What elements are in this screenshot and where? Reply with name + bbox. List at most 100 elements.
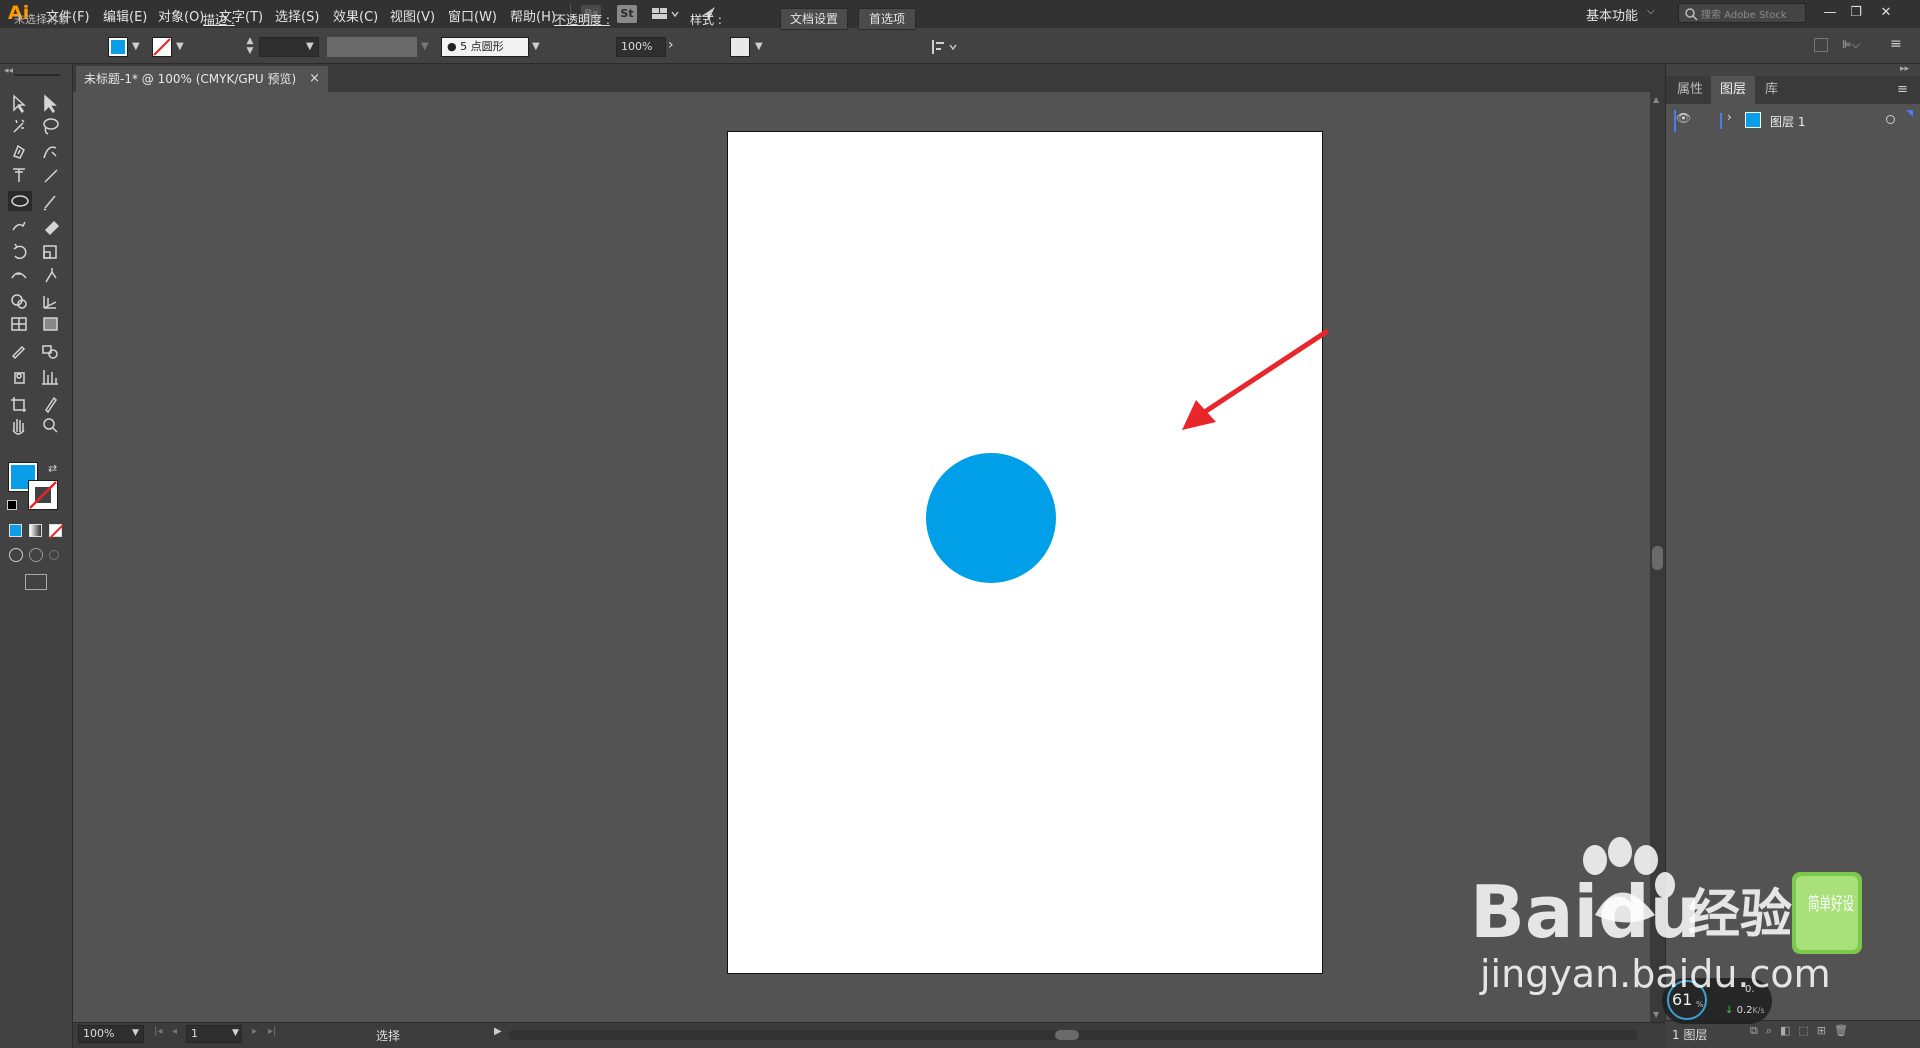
menu-effect[interactable]: 效果(C) [333, 6, 378, 25]
fill-swatch[interactable] [108, 37, 128, 57]
tab-properties[interactable]: 属性 [1668, 76, 1712, 104]
stroke-color-swatch[interactable] [28, 480, 58, 510]
color-mode-button[interactable] [9, 524, 22, 537]
document-tab[interactable]: 未标题-1* @ 100% (CMYK/GPU 预览) × [76, 66, 328, 92]
stroke-weight-stepper[interactable]: ▲ ▼ [243, 36, 257, 58]
layer-name[interactable]: 图层 1 [1770, 113, 1805, 130]
layer-actions[interactable]: ⧉⌕◧⬚⊞🗑 [1750, 1024, 1910, 1040]
none-slash-icon [153, 38, 171, 56]
preferences-button[interactable]: 首选项 [858, 8, 916, 30]
graphic-style-swatch[interactable] [730, 37, 750, 57]
next-artboard-icon[interactable]: ▸ [252, 1026, 257, 1037]
brush-definition-select[interactable]: ● 5 点圆形 [441, 37, 529, 57]
search-icon [1685, 8, 1698, 21]
layer-count: 1 图层 [1672, 1028, 1708, 1042]
close-window-button[interactable]: ✕ [1876, 4, 1896, 22]
status-menu-icon[interactable]: ▶ [494, 1026, 502, 1037]
hamburger-menu-icon[interactable]: ≡ [1890, 36, 1902, 52]
width-tool-icon [11, 272, 27, 279]
eraser-tool-icon [44, 220, 60, 236]
layer-target-icon[interactable] [1886, 115, 1895, 124]
vertical-scrollbar-thumb[interactable] [1652, 546, 1663, 570]
line-tool-icon [44, 169, 58, 183]
stroke-label[interactable]: 描边 : [203, 11, 235, 28]
workspace-switcher[interactable]: 基本功能 [1586, 5, 1638, 24]
gradient-mode-button[interactable] [29, 524, 42, 537]
selection-tool-icon [13, 94, 26, 114]
menu-object[interactable]: 对象(O) [158, 6, 204, 25]
default-colors-icon[interactable] [7, 500, 17, 510]
current-tool-status: 选择 [376, 1029, 401, 1043]
change-screen-mode-icon[interactable] [25, 574, 47, 590]
stroke-swatch[interactable] [152, 37, 172, 57]
menu-edit[interactable]: 编辑(E) [103, 6, 147, 25]
draw-behind-icon[interactable] [29, 548, 43, 562]
none-mode-button[interactable] [49, 524, 64, 539]
menu-select[interactable]: 选择(S) [275, 6, 319, 25]
dot-icon: ● [447, 40, 457, 53]
percent-sign: % [1696, 1000, 1704, 1009]
stock-button[interactable]: St [617, 5, 637, 23]
blue-circle-shape[interactable] [900, 440, 1080, 600]
draw-inside-icon[interactable] [49, 550, 59, 560]
transform-panel-icon[interactable] [1814, 38, 1828, 52]
shaper-tool-icon [12, 221, 26, 231]
horizontal-scrollbar-thumb[interactable] [1055, 1030, 1079, 1040]
chevron-down-icon[interactable]: ▼ [421, 41, 429, 52]
menu-window[interactable]: 窗口(W) [448, 6, 497, 25]
chevron-down-icon[interactable]: ▼ [232, 1028, 239, 1038]
perspective-grid-tool-icon [43, 296, 57, 309]
scroll-down-icon[interactable]: ▼ [1653, 1010, 1659, 1019]
layers-panel-body [1666, 104, 1920, 1020]
brush-name: 点圆形 [470, 40, 504, 53]
collapse-panel-icon[interactable]: ▸▸ [1900, 64, 1909, 74]
align-options-button[interactable] [930, 37, 960, 57]
chevron-down-icon: ⌵ [1647, 6, 1655, 17]
previous-artboard-icon[interactable]: ◂ [172, 1026, 177, 1037]
swap-fill-stroke-icon[interactable]: ⇄ [48, 462, 57, 475]
brush-size: 5 [460, 40, 468, 53]
menu-help[interactable]: 帮助(H) [510, 6, 556, 25]
panel-menu-icon[interactable]: ≡ [1897, 82, 1908, 97]
chevron-down-icon[interactable]: ▼ [132, 1028, 139, 1038]
opacity-label[interactable]: 不透明度 : [554, 11, 610, 28]
selection-indicator-icon [1906, 110, 1913, 117]
scroll-up-icon[interactable]: ▲ [1653, 95, 1659, 104]
zoom-tool-icon [43, 418, 58, 433]
chevron-down-icon[interactable]: ▼ [532, 41, 540, 52]
chevron-down-icon[interactable]: ▼ [132, 41, 140, 52]
first-artboard-icon[interactable]: |◂ [154, 1026, 162, 1037]
eye-visibility-icon[interactable]: 👁 [1676, 111, 1691, 125]
minimize-button[interactable]: — [1820, 4, 1840, 22]
arrange-icon[interactable]: ⊫⌵ [1842, 38, 1868, 52]
document-setup-button[interactable]: 文档设置 [780, 8, 848, 30]
menu-view[interactable]: 视图(V) [390, 6, 435, 25]
artboard-tool-icon [11, 397, 26, 412]
arrange-documents-button[interactable] [651, 6, 681, 22]
chevron-right-icon[interactable]: › [1727, 110, 1732, 124]
rotate-tool-icon [13, 243, 27, 260]
magic-wand-tool-icon [13, 119, 25, 133]
variable-width-profile[interactable] [327, 37, 417, 57]
chevron-right-icon[interactable]: › [668, 37, 674, 53]
align-icon [932, 40, 957, 54]
style-label: 样式 : [690, 13, 722, 27]
opacity-input[interactable]: 100% [616, 37, 666, 57]
pen-tool-icon [13, 144, 25, 159]
chevron-down-icon[interactable]: ▼ [176, 41, 184, 52]
puppet-warp-tool-icon [45, 268, 57, 283]
tab-layers[interactable]: 图层 [1711, 76, 1756, 104]
collapse-panel-icon[interactable]: ◂◂ [4, 66, 13, 76]
curvature-tool-icon [43, 146, 57, 159]
chevron-down-icon[interactable]: ▼ [306, 41, 314, 52]
draw-normal-icon[interactable] [9, 548, 23, 562]
close-document-icon[interactable]: × [309, 66, 320, 92]
last-artboard-icon[interactable]: ▸| [268, 1026, 276, 1037]
tab-libraries[interactable]: 库 [1756, 76, 1787, 104]
stock-search-input[interactable]: 搜索 Adobe Stock [1678, 3, 1806, 23]
document-title: 未标题-1* @ 100% (CMYK/GPU 预览) [84, 72, 297, 86]
none-slash-icon [49, 524, 64, 539]
chevron-down-icon[interactable]: ▼ [755, 41, 763, 52]
restore-button[interactable]: ❐ [1846, 4, 1866, 22]
panel-grip [14, 74, 60, 76]
